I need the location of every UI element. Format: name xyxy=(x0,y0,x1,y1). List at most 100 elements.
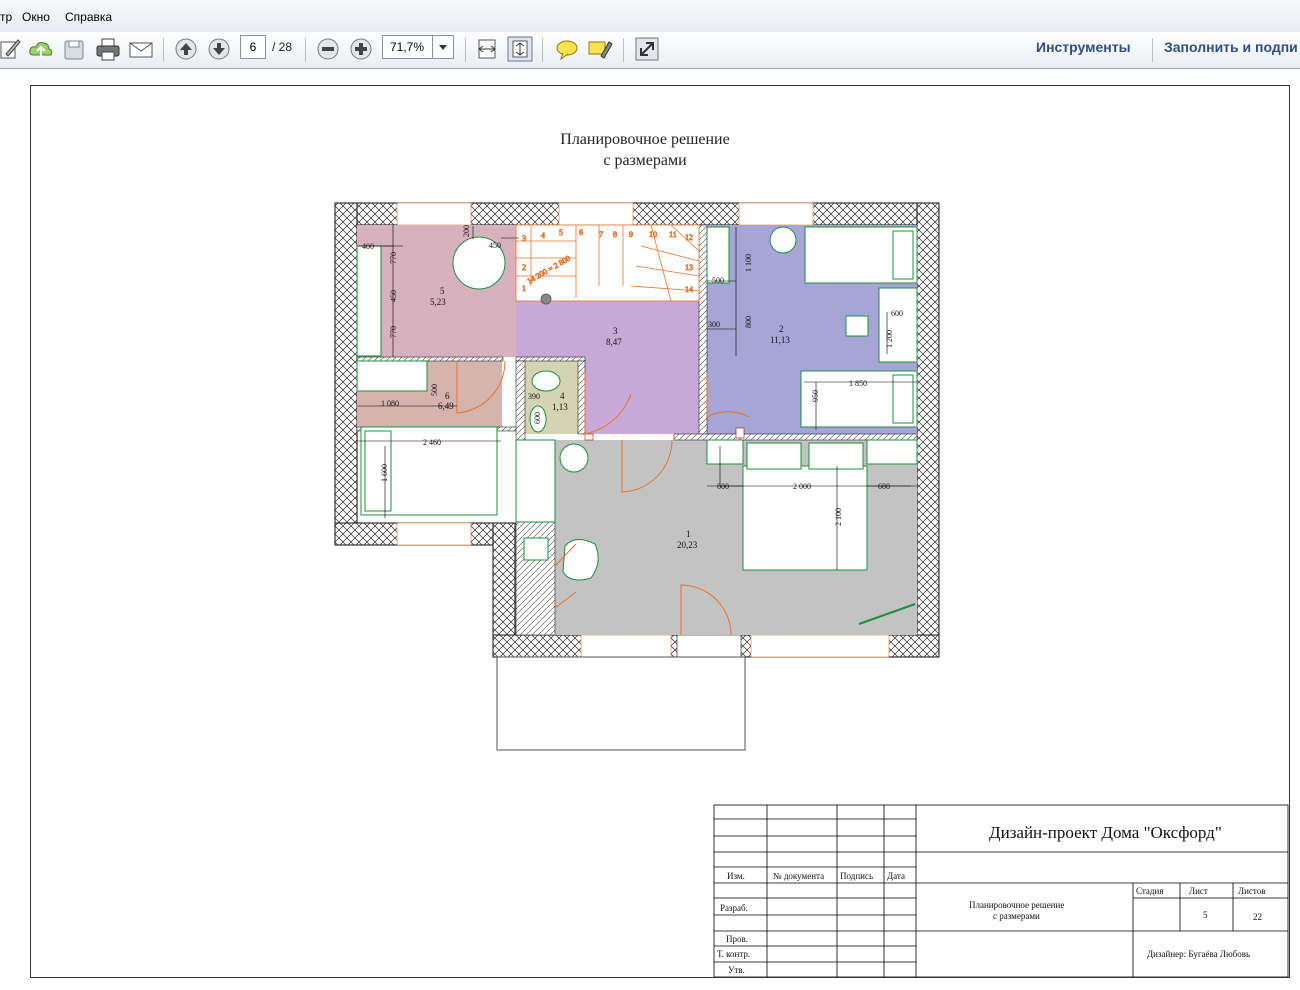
row-prov: Пров. xyxy=(726,934,748,944)
dim-600d: 600 xyxy=(878,482,890,491)
stair-step-label: 10 xyxy=(649,230,657,239)
dim-1200: 1 200 xyxy=(885,330,894,348)
stair-step-label: 5 xyxy=(559,228,563,237)
dim-800: 800 xyxy=(744,316,753,328)
armchair-icon xyxy=(845,315,869,337)
project-title: Дизайн-проект Дома "Оксфорд" xyxy=(989,823,1222,842)
tools-button[interactable]: Инструменты xyxy=(1036,39,1131,55)
stage-label: Стадия xyxy=(1136,886,1163,896)
room-3-area: 8,47 xyxy=(606,337,622,347)
dim-600a: 600 xyxy=(891,309,903,318)
dim-950: 950 xyxy=(811,390,820,402)
cloud-upload-icon[interactable] xyxy=(28,36,54,62)
sheet-title-line1: Планировочное решение xyxy=(969,900,1064,910)
desk-room2 xyxy=(878,287,918,363)
print-icon[interactable] xyxy=(95,36,121,62)
save-icon[interactable] xyxy=(62,36,86,62)
row-utv: Утв. xyxy=(728,965,745,975)
dim-600c: 600 xyxy=(717,482,729,491)
stair-step-label: 14 xyxy=(685,285,693,294)
room-4-number: 4 xyxy=(560,391,565,401)
stair-step-label: 4 xyxy=(541,231,545,240)
page-down-icon[interactable] xyxy=(206,36,232,62)
menu-item-help[interactable]: Справка xyxy=(65,10,112,24)
stair-step-label: 6 xyxy=(579,228,583,237)
fullscreen-icon[interactable] xyxy=(634,36,660,62)
dim-2100: 2 100 xyxy=(834,508,843,526)
designer: Дизайнер: Бугаёва Любовь xyxy=(1147,949,1250,959)
email-icon[interactable] xyxy=(128,36,154,62)
zoom-value: 71,7% xyxy=(390,40,425,54)
menu-bar: тр Окно Справка xyxy=(0,0,1300,32)
edit-icon[interactable] xyxy=(0,36,22,62)
toilet-icon xyxy=(531,370,561,392)
col-izm: Изм. xyxy=(727,871,745,881)
dim-2460: 2 460 xyxy=(423,438,441,447)
row-tkontr: Т. контр. xyxy=(717,949,750,959)
room-4-area: 1,13 xyxy=(552,402,568,412)
stair-step-label: 8 xyxy=(613,230,617,239)
zoom-out-icon[interactable] xyxy=(315,36,341,62)
fill-sign-button[interactable]: Заполнить и подпи xyxy=(1164,39,1298,55)
room-5-area: 5,23 xyxy=(430,297,446,307)
dim-1080: 1 080 xyxy=(381,399,399,408)
wardrobe-room1 xyxy=(515,439,556,523)
dim-450a: 450 xyxy=(389,290,398,302)
page-number-input[interactable]: 6 xyxy=(240,35,266,59)
dim-200: 200 xyxy=(462,225,471,237)
floor-plan: 1 2 3 4 5 6 7 8 9 10 11 12 13 14 14 200 … xyxy=(334,202,1289,977)
stair-step-label: 1 xyxy=(522,284,526,293)
nightstand-left xyxy=(706,439,744,465)
dim-770b: 770 xyxy=(389,326,398,338)
staircase: 1 2 3 4 5 6 7 8 9 10 11 12 13 14 14 200 … xyxy=(515,224,700,305)
comment-icon[interactable] xyxy=(554,36,580,62)
nightstand-right xyxy=(866,439,918,465)
dim-390: 390 xyxy=(528,392,540,401)
room-6-area: 6,49 xyxy=(438,401,454,411)
sheets-value: 22 xyxy=(1253,912,1262,922)
sheets-label: Листов xyxy=(1238,886,1265,896)
col-sign: Подпись xyxy=(840,871,873,881)
stair-step-label: 9 xyxy=(629,230,633,239)
fit-page-icon[interactable] xyxy=(507,36,533,62)
stair-step-label: 13 xyxy=(685,263,693,272)
room-5-number: 5 xyxy=(440,286,445,296)
chevron-down-icon[interactable] xyxy=(432,36,453,58)
dim-500b: 500 xyxy=(430,384,439,396)
zoom-in-icon[interactable] xyxy=(348,36,374,62)
stair-step-label: 3 xyxy=(522,234,526,243)
balcony-outline xyxy=(496,656,746,751)
armchair-room1-icon xyxy=(562,539,599,581)
highlight-icon[interactable] xyxy=(587,36,613,62)
menu-item-view[interactable]: тр xyxy=(0,10,12,24)
page-total: / 28 xyxy=(272,40,293,54)
page-up-icon[interactable] xyxy=(173,36,199,62)
dim-500a: 500 xyxy=(712,276,724,285)
wardrobe-room5 xyxy=(356,245,382,357)
dim-400: 400 xyxy=(362,242,374,251)
dim-1600: 1 600 xyxy=(380,464,389,482)
wardrobe-stair xyxy=(706,226,730,284)
menu-item-window[interactable]: Окно xyxy=(22,10,50,24)
cabinet-room6 xyxy=(356,360,428,392)
tv-icon xyxy=(523,537,549,561)
stair-step-label: 7 xyxy=(599,230,603,239)
sheet-value: 5 xyxy=(1203,910,1208,920)
stair-step-label: 12 xyxy=(685,233,693,242)
sheet-label: Лист xyxy=(1189,886,1208,896)
chair-icon xyxy=(769,226,797,254)
row-razrab: Разраб. xyxy=(720,903,748,913)
dim-600b: 600 xyxy=(533,412,542,424)
room-2-number: 2 xyxy=(779,324,784,334)
col-date: Дата xyxy=(887,871,905,881)
drawing-sheet: Планировочное решение с размерами 1 2 3 … xyxy=(30,85,1290,978)
dim-1850: 1 850 xyxy=(849,379,867,388)
fit-width-icon[interactable] xyxy=(475,36,499,62)
zoom-select[interactable]: 71,7% xyxy=(382,35,454,59)
room-2-area: 11,13 xyxy=(770,335,790,345)
room-1-number: 1 xyxy=(686,529,691,539)
room-6-number: 6 xyxy=(445,391,450,401)
dim-770a: 770 xyxy=(389,252,398,264)
sheet-title-line2: с размерами xyxy=(993,911,1040,921)
dim-450b: 450 xyxy=(489,241,501,250)
